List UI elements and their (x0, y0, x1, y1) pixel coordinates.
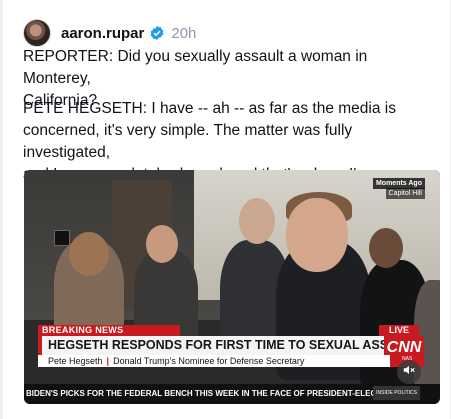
breaking-news-label: BREAKING NEWS (38, 325, 180, 336)
left-border (0, 0, 3, 419)
video-player[interactable]: Moments Ago Capitol Hill BREAKING NEWS L… (24, 170, 440, 404)
scene-sign (54, 230, 70, 246)
scene-person-head (239, 198, 275, 244)
avatar[interactable] (23, 19, 51, 47)
speaker-muted-icon (402, 363, 416, 382)
author-name[interactable]: aaron.rupar (61, 25, 144, 42)
post-time[interactable]: 20h (171, 25, 196, 42)
chyron-separator: | (106, 356, 110, 366)
scene-person-head (146, 225, 178, 263)
video-frame (24, 170, 440, 404)
mute-button[interactable] (397, 360, 421, 384)
post: aaron.rupar 20h REPORTER: Did you sexual… (0, 0, 451, 419)
ticker-show-tag: INSIDE POLITICS (373, 386, 420, 400)
verified-badge-icon (149, 25, 165, 41)
chyron-description: Donald Trump's Nominee for Defense Secre… (113, 356, 305, 366)
chyron-subline: Pete Hegseth | Donald Trump's Nominee for … (38, 355, 390, 367)
scene-person-head (69, 232, 109, 276)
location-tag: Capitol Hill (385, 188, 425, 199)
scene-person-head (369, 228, 403, 268)
live-badge: LIVE (379, 325, 419, 336)
chyron-name: Pete Hegseth (48, 356, 103, 366)
scene-person-head (286, 198, 348, 272)
post-header: aaron.rupar 20h (23, 16, 196, 50)
chyron-headline: HEGSETH RESPONDS FOR FIRST TIME TO SEXUA… (38, 336, 394, 355)
